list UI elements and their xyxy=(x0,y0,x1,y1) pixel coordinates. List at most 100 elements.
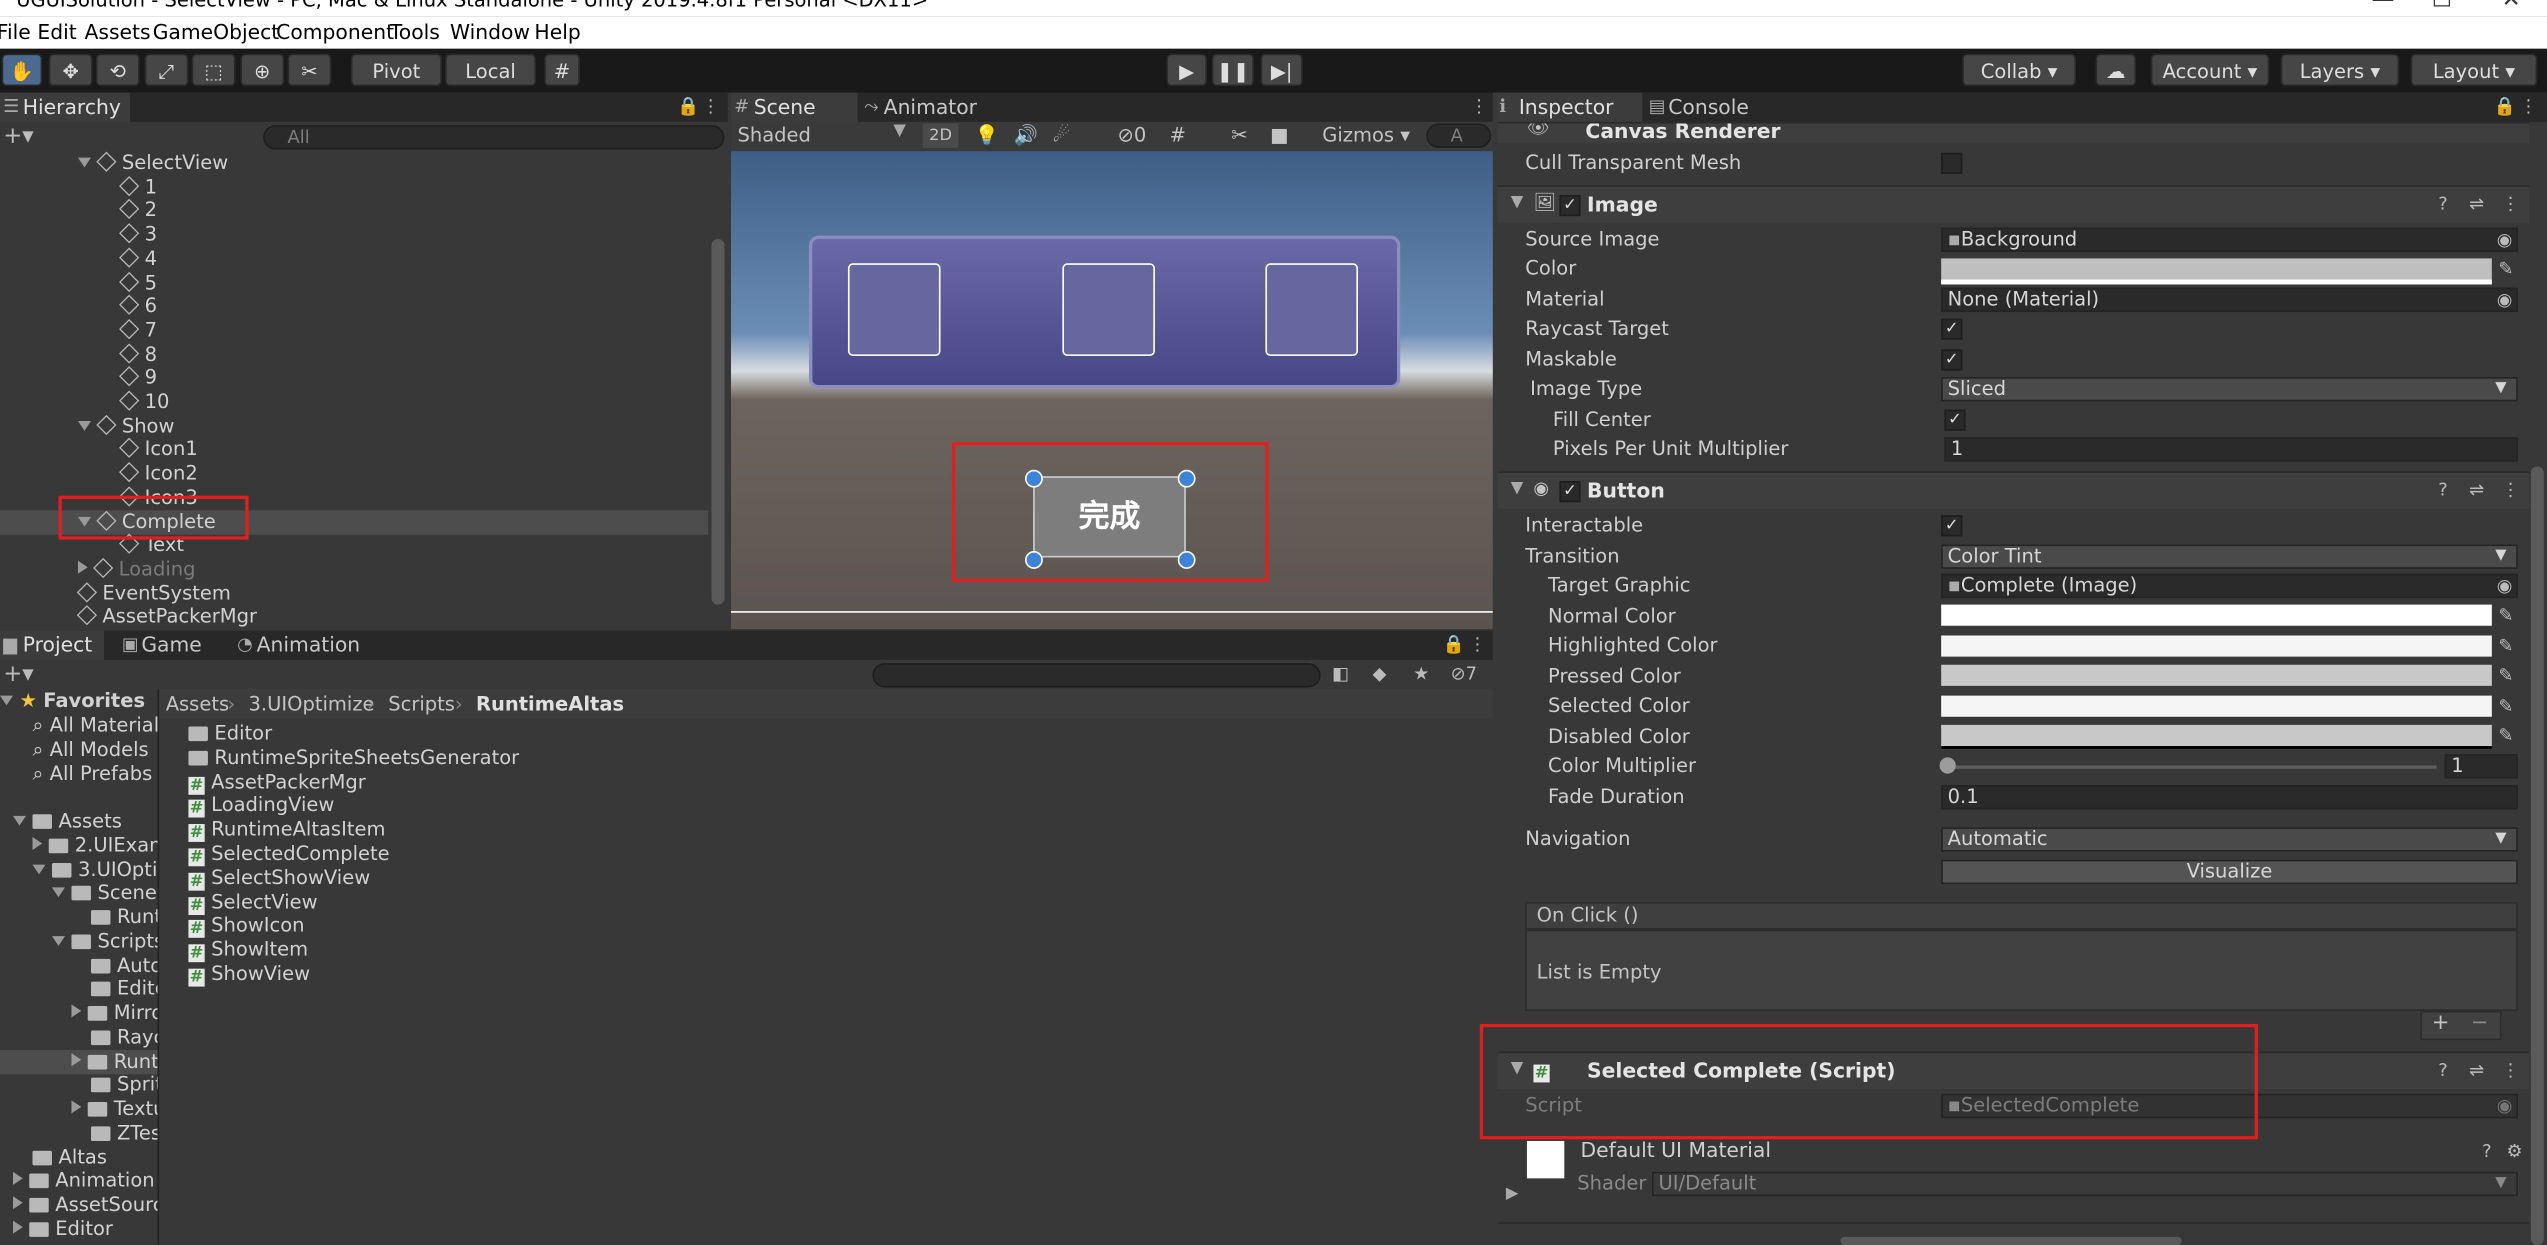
folder-tree-row[interactable]: Assets xyxy=(0,809,158,833)
gizmos-dropdown[interactable]: Gizmos ▾ xyxy=(1322,124,1410,147)
disabled-eyedropper-icon[interactable]: ✎ xyxy=(2498,725,2513,746)
expand-chevron-icon[interactable] xyxy=(12,1196,23,1210)
hierarchy-row[interactable]: Loading xyxy=(0,557,708,581)
pause-icon[interactable]: ❚❚ xyxy=(1211,53,1255,87)
image-collapse-icon[interactable]: ▼ xyxy=(1511,193,1524,211)
expand-chevron-icon[interactable] xyxy=(32,863,46,874)
button-help-icon[interactable]: ? xyxy=(2438,479,2447,500)
folder-tree-row[interactable]: Editor xyxy=(0,1217,158,1241)
project-file-item[interactable]: # SelectView xyxy=(188,890,318,915)
menu-gameobject[interactable]: GameObject xyxy=(153,16,280,49)
project-file-item[interactable]: # ShowView xyxy=(188,962,310,987)
raycast-checkbox[interactable]: ✓ xyxy=(1941,318,1963,340)
folder-tree-row[interactable]: Altas xyxy=(0,1145,158,1169)
project-file-item[interactable]: # RuntimeAltasItem xyxy=(188,818,385,843)
disabled-color-swatch[interactable] xyxy=(1941,724,2492,750)
navigation-dropdown[interactable]: Automatic ▼ xyxy=(1941,827,2518,852)
highlighted-eyedropper-icon[interactable]: ✎ xyxy=(2498,635,2513,656)
button-preset-icon[interactable]: ⇌ xyxy=(2469,479,2484,500)
grid-icon[interactable]: # xyxy=(1170,124,1186,147)
menu-edit[interactable]: Edit xyxy=(37,16,76,49)
rect-tool-icon[interactable]: ⬚ xyxy=(191,53,236,87)
button-enabled-checkbox[interactable]: ✓ xyxy=(1559,481,1581,503)
folder-tree-row[interactable]: MirrorImage xyxy=(0,1001,158,1025)
favorite-star-icon[interactable]: ★ xyxy=(1413,663,1429,684)
folder-tree-row[interactable]: RuntimeAltas xyxy=(0,1049,158,1074)
camera-icon[interactable]: ■ xyxy=(1270,124,1288,147)
project-search-input[interactable] xyxy=(872,663,1321,688)
project-file-item[interactable]: # SelectedComplete xyxy=(188,842,390,867)
inspector-lock-icon[interactable]: 🔒 xyxy=(2493,96,2515,117)
maximize-icon[interactable]: ☐ xyxy=(2432,0,2452,13)
grid-snap-icon[interactable]: # xyxy=(544,53,580,87)
normal-color-swatch[interactable] xyxy=(1941,604,2492,626)
normal-eyedropper-icon[interactable]: ✎ xyxy=(2498,605,2513,626)
rotate-tool-icon[interactable]: ⟲ xyxy=(95,53,140,87)
folder-tree-row[interactable]: Scripts xyxy=(0,929,158,953)
hand-tool-icon[interactable]: ✋ xyxy=(1,53,43,87)
multiplier-slider-thumb[interactable] xyxy=(1939,757,1956,774)
project-file-item[interactable]: # LoadingView xyxy=(188,794,334,819)
onclick-add-icon[interactable]: + xyxy=(2432,1012,2450,1036)
source-image-picker-icon[interactable]: ◉ xyxy=(2497,229,2513,250)
collab-dropdown[interactable]: Collab ▾ xyxy=(1962,53,2076,87)
source-image-field[interactable]: ▪Background xyxy=(1941,227,2518,252)
folder-tree-row[interactable]: ZTest xyxy=(0,1121,158,1145)
image-enabled-checkbox[interactable]: ✓ xyxy=(1559,195,1581,217)
expand-chevron-icon[interactable] xyxy=(77,420,91,431)
create-plus-icon[interactable]: +▾ xyxy=(3,124,33,150)
hierarchy-row[interactable]: 3 xyxy=(0,223,708,247)
material-picker-icon[interactable]: ◉ xyxy=(2497,289,2513,310)
expand-chevron-icon[interactable] xyxy=(77,157,91,168)
image-more-icon[interactable]: ⋮ xyxy=(2502,193,2520,214)
tools-icon[interactable]: ✂ xyxy=(1231,124,1247,147)
folder-tree-row[interactable]: Scenes xyxy=(0,881,158,905)
tab-animation[interactable]: ◔ Animation xyxy=(234,631,380,660)
cull-checkbox[interactable] xyxy=(1941,152,1963,174)
tab-game[interactable]: ▣ Game xyxy=(119,631,216,660)
hidden-objects-icon[interactable]: ⊘0 xyxy=(1118,124,1147,147)
menu-help[interactable]: Help xyxy=(534,16,580,49)
favorite-item[interactable]: ⌕ All Material xyxy=(32,714,157,738)
cloud-icon[interactable]: ☁ xyxy=(2095,53,2137,87)
favorites-header[interactable]: ★ Favorites xyxy=(0,689,145,713)
project-file-item[interactable]: # SelectShowView xyxy=(188,866,370,891)
account-dropdown[interactable]: Account ▾ xyxy=(2150,53,2270,87)
color-eyedropper-icon[interactable]: ✎ xyxy=(2498,258,2513,279)
project-file-item[interactable]: # ShowItem xyxy=(188,938,308,963)
scene-search-input[interactable]: A xyxy=(1426,123,1492,148)
inspector-scrollbar[interactable] xyxy=(2530,466,2544,1245)
hierarchy-row[interactable]: EventSystem xyxy=(0,581,708,605)
breadcrumb-assets[interactable]: Assets xyxy=(166,689,229,718)
menu-component[interactable]: Component xyxy=(276,16,394,49)
highlighted-color-swatch[interactable] xyxy=(1941,635,2492,657)
mode-2d-toggle[interactable]: 2D xyxy=(922,123,959,148)
folder-tree-row[interactable]: 2.UIExample xyxy=(0,833,158,857)
button-collapse-icon[interactable]: ▼ xyxy=(1511,479,1524,497)
slot-2[interactable] xyxy=(1062,263,1155,356)
play-icon[interactable]: ▶ xyxy=(1166,53,1207,87)
material-help-icon[interactable]: ? xyxy=(2482,1141,2491,1162)
tab-scene[interactable]: # Scene xyxy=(730,92,858,122)
audio-icon[interactable]: 🔊 xyxy=(1014,124,1038,147)
slot-1[interactable] xyxy=(847,263,941,356)
more-menu-icon[interactable]: ⋮ xyxy=(702,96,720,117)
favorite-item[interactable]: ⌕ All Prefabs xyxy=(32,762,152,786)
menu-file[interactable]: File xyxy=(0,16,31,49)
multiplier-slider-track[interactable] xyxy=(1946,765,2437,769)
fill-center-checkbox[interactable]: ✓ xyxy=(1944,409,1966,431)
hierarchy-row[interactable]: 9 xyxy=(0,366,708,390)
close-icon[interactable]: ✕ xyxy=(2502,0,2521,13)
folder-tree-row[interactable]: AutoSet xyxy=(0,953,158,977)
expand-chevron-icon[interactable] xyxy=(71,1100,82,1114)
maskable-checkbox[interactable]: ✓ xyxy=(1941,349,1963,371)
folder-tree-row[interactable]: Editor xyxy=(0,977,158,1001)
folder-tree-row[interactable]: Texture xyxy=(0,1097,158,1121)
pressed-eyedropper-icon[interactable]: ✎ xyxy=(2498,665,2513,686)
tab-hierarchy[interactable]: ☰ Hierarchy xyxy=(0,92,130,122)
image-component-header[interactable]: ▼ 🖼 ✓ Image ? ⇌ ⋮ xyxy=(1497,185,2530,223)
menu-assets[interactable]: Assets xyxy=(84,16,150,49)
fade-duration-field[interactable]: 0.1 xyxy=(1941,785,2518,810)
custom-tool-icon[interactable]: ✂ xyxy=(287,53,332,87)
hidden-packages-icon[interactable]: ⊘7 xyxy=(1451,663,1477,684)
